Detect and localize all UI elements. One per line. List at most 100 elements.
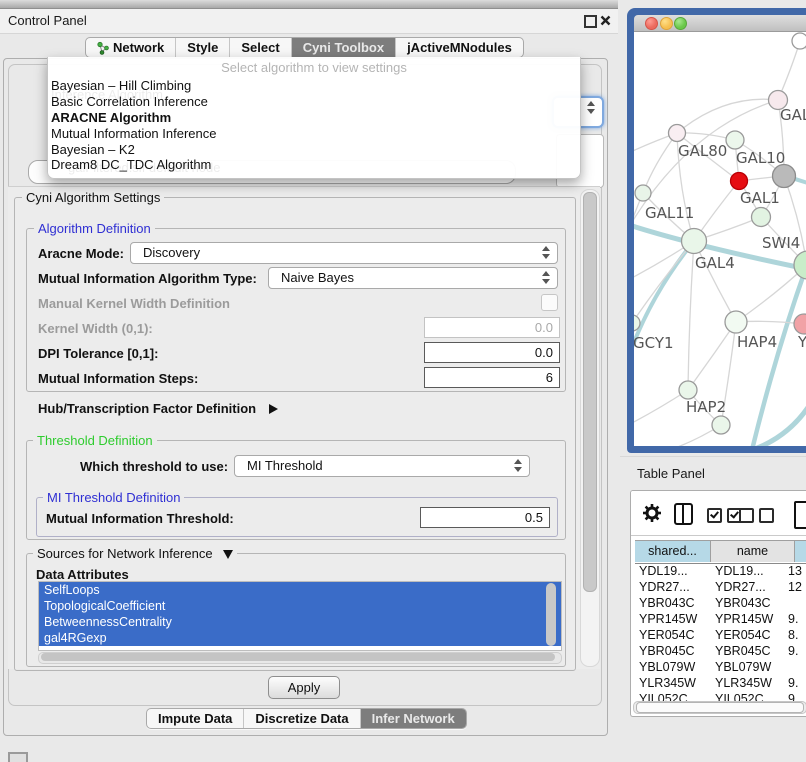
settings-scrollbar-thumb[interactable]: [583, 192, 597, 592]
tab-infer-network[interactable]: Infer Network: [360, 709, 466, 728]
table-row[interactable]: YBR045CYBR045C9.: [631, 643, 806, 659]
gear-icon[interactable]: [642, 503, 662, 523]
sources-title: Sources for Network Inference: [37, 546, 213, 561]
network-node[interactable]: [773, 165, 796, 188]
tab-network[interactable]: Network: [86, 38, 175, 57]
which-threshold-combobox[interactable]: MI Threshold: [234, 455, 530, 477]
network-node[interactable]: [682, 229, 707, 254]
network-canvas[interactable]: GALGAL80GAL10GAL1GAL11SWI4GAL4GCY1HAP4YH…: [634, 32, 806, 446]
float-window-icon[interactable]: [584, 15, 597, 28]
network-node[interactable]: [712, 416, 730, 434]
table-cell: YER054C: [715, 627, 771, 643]
table-row[interactable]: YDL19...YDL19...13: [631, 563, 806, 579]
list-hscrollbar-thumb[interactable]: [41, 653, 555, 661]
network-view-window[interactable]: GALGAL80GAL10GAL1GAL11SWI4GAL4GCY1HAP4YH…: [627, 8, 806, 453]
column-header-partial[interactable]: [795, 541, 806, 562]
tab-style[interactable]: Style: [175, 38, 229, 57]
expander-right-icon[interactable]: [269, 404, 278, 414]
combo-spinner-icon[interactable]: [542, 246, 550, 260]
mi-threshold-input[interactable]: 0.5: [420, 507, 550, 528]
table-cell: YDL19...: [639, 563, 688, 579]
table-row[interactable]: YLR345WYLR345W9.: [631, 675, 806, 691]
close-icon[interactable]: [600, 15, 611, 26]
export-table-icon[interactable]: [794, 501, 806, 529]
network-node[interactable]: [726, 131, 744, 149]
table-row[interactable]: YDR27...YDR27...12: [631, 579, 806, 595]
network-node[interactable]: [679, 381, 697, 399]
algorithm-option[interactable]: Dream8 DC_TDC Algorithm: [48, 157, 580, 173]
algorithm-option[interactable]: Bayesian – Hill Climbing: [48, 78, 580, 94]
dpi-tolerance-input[interactable]: 0.0: [424, 342, 560, 363]
tab-network-label: Network: [113, 38, 164, 57]
tab-cyni-toolbox[interactable]: Cyni Toolbox: [291, 38, 395, 57]
network-node[interactable]: [752, 208, 771, 227]
mi-steps-input[interactable]: 6: [424, 367, 560, 388]
cyni-algorithm-settings-title: Cyni Algorithm Settings: [22, 190, 164, 205]
column-header-shared-name[interactable]: shared...: [635, 541, 711, 562]
list-scrollbar-thumb[interactable]: [546, 583, 556, 646]
tab-jactivemnodules[interactable]: jActiveMNodules: [395, 38, 523, 57]
algorithm-option[interactable]: ARACNE Algorithm: [48, 110, 580, 126]
data-attribute-item[interactable]: SelfLoops: [39, 582, 561, 598]
column-header-name[interactable]: name: [711, 541, 795, 562]
hub-definition-expander[interactable]: Hub/Transcription Factor Definition: [38, 400, 278, 418]
aracne-mode-combobox[interactable]: Discovery: [130, 242, 558, 264]
table-cell: YBR045C: [639, 643, 695, 659]
network-node[interactable]: [635, 185, 651, 201]
table-cell: 8.: [788, 627, 798, 643]
table-cell: YBR043C: [715, 595, 771, 611]
network-node[interactable]: [669, 125, 686, 142]
network-node[interactable]: [794, 314, 806, 334]
network-edge: [634, 193, 643, 277]
network-node[interactable]: [731, 173, 748, 190]
combo-spinner-icon[interactable]: [542, 271, 550, 285]
tab-discretize-data[interactable]: Discretize Data: [243, 709, 359, 728]
table-cell: YDL19...: [715, 563, 764, 579]
sources-collapser[interactable]: Sources for Network Inference: [33, 546, 237, 561]
table-row[interactable]: YBR043CYBR043C: [631, 595, 806, 611]
which-threshold-value: MI Threshold: [247, 458, 323, 473]
algorithm-option[interactable]: Mutual Information Inference: [48, 126, 580, 142]
apply-button[interactable]: Apply: [268, 676, 340, 699]
tab-select-label: Select: [241, 38, 279, 57]
table-hscrollbar-thumb[interactable]: [636, 702, 804, 713]
hide-columns-icon[interactable]: [739, 508, 779, 528]
table-row[interactable]: YIL052CYIL052C9: [631, 691, 806, 701]
table-header: shared... name: [635, 540, 806, 564]
table-cell: YIL052C: [639, 691, 688, 701]
data-attribute-item[interactable]: BetweennessCentrality: [39, 614, 561, 630]
table-cell: YLR345W: [715, 675, 772, 691]
algorithm-dropdown-popup: Inference Algorithm galFiltered.sif defa…: [47, 57, 581, 179]
close-traffic-light[interactable]: [645, 17, 658, 30]
network-view-content[interactable]: GALGAL80GAL10GAL1GAL11SWI4GAL4GCY1HAP4YH…: [634, 32, 806, 446]
network-window-titlebar[interactable]: [634, 15, 806, 32]
data-attributes-list[interactable]: SelfLoopsTopologicalCoefficientBetweenne…: [38, 581, 562, 651]
network-node[interactable]: [792, 33, 806, 49]
combo-spinner-icon[interactable]: [587, 101, 595, 115]
algorithm-option[interactable]: Basic Correlation Inference: [48, 94, 580, 110]
network-edge: [688, 322, 736, 390]
data-attribute-item[interactable]: TopologicalCoefficient: [39, 598, 561, 614]
table-cell: 9.: [788, 675, 798, 691]
network-node[interactable]: [725, 311, 747, 333]
minimize-traffic-light[interactable]: [660, 17, 673, 30]
table-row[interactable]: YPR145WYPR145W9.: [631, 611, 806, 627]
control-panel-titlebar[interactable]: Control Panel: [0, 9, 618, 34]
combo-spinner-icon[interactable]: [514, 459, 522, 473]
table-row[interactable]: YBL079WYBL079W: [631, 659, 806, 675]
mi-algorithm-type-combobox[interactable]: Naive Bayes: [268, 267, 558, 289]
zoom-traffic-light[interactable]: [674, 17, 687, 30]
kernel-width-input[interactable]: 0.0: [424, 317, 560, 338]
table-cell: YBR045C: [715, 643, 771, 659]
algorithm-option[interactable]: Bayesian – K2: [48, 142, 580, 158]
manual-kernel-width-checkbox[interactable]: [541, 294, 558, 311]
column-view-icon[interactable]: [674, 503, 693, 525]
tab-select[interactable]: Select: [229, 38, 290, 57]
panel-dock-icon[interactable]: [8, 752, 28, 762]
table-row[interactable]: YER054CYER054C8.: [631, 627, 806, 643]
data-attribute-item[interactable]: gal4RGexp: [39, 630, 561, 646]
window-top-strip: [0, 0, 618, 9]
tab-impute-data[interactable]: Impute Data: [147, 709, 243, 728]
node-label: GAL80: [678, 142, 727, 160]
collapser-down-icon[interactable]: [223, 550, 233, 559]
